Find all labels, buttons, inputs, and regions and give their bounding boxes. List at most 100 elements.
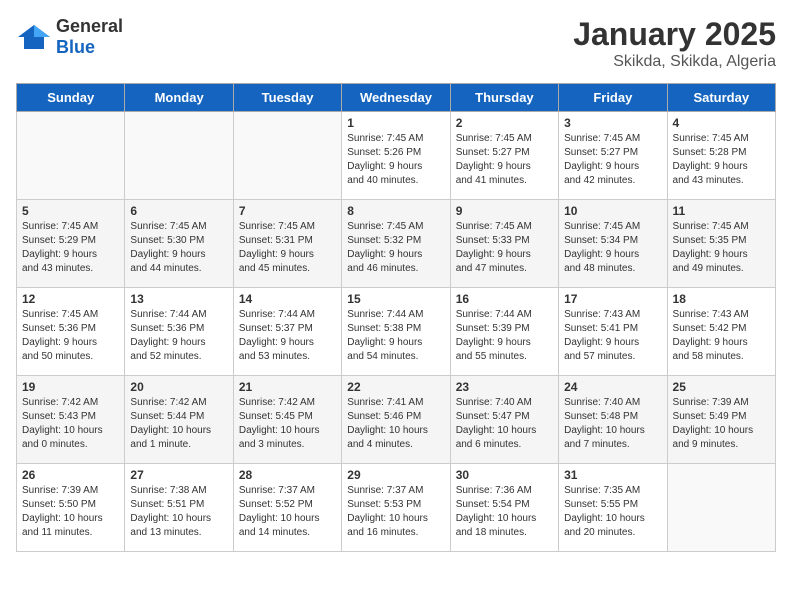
day-info: Sunrise: 7:39 AM Sunset: 5:50 PM Dayligh…: [22, 484, 119, 540]
calendar-table: SundayMondayTuesdayWednesdayThursdayFrid…: [16, 83, 776, 552]
day-number: 17: [564, 292, 661, 306]
day-number: 20: [130, 380, 227, 394]
day-number: 19: [22, 380, 119, 394]
weekday-saturday: Saturday: [667, 84, 775, 112]
day-info: Sunrise: 7:45 AM Sunset: 5:27 PM Dayligh…: [456, 132, 553, 188]
weekday-friday: Friday: [559, 84, 667, 112]
day-info: Sunrise: 7:42 AM Sunset: 5:45 PM Dayligh…: [239, 396, 336, 452]
day-number: 6: [130, 204, 227, 218]
calendar-cell: 25 Sunrise: 7:39 AM Sunset: 5:49 PM Dayli…: [667, 376, 775, 464]
weekday-wednesday: Wednesday: [342, 84, 450, 112]
day-number: 28: [239, 468, 336, 482]
day-number: 31: [564, 468, 661, 482]
calendar-cell: 19 Sunrise: 7:42 AM Sunset: 5:43 PM Dayli…: [17, 376, 125, 464]
day-info: Sunrise: 7:37 AM Sunset: 5:52 PM Dayligh…: [239, 484, 336, 540]
day-info: Sunrise: 7:36 AM Sunset: 5:54 PM Dayligh…: [456, 484, 553, 540]
day-info: Sunrise: 7:44 AM Sunset: 5:36 PM Dayligh…: [130, 308, 227, 364]
day-info: Sunrise: 7:45 AM Sunset: 5:30 PM Dayligh…: [130, 220, 227, 276]
week-row-2: 5 Sunrise: 7:45 AM Sunset: 5:29 PM Daylig…: [17, 200, 776, 288]
day-number: 15: [347, 292, 444, 306]
location-title: Skikda, Skikda, Algeria: [573, 53, 776, 71]
calendar-cell: 7 Sunrise: 7:45 AM Sunset: 5:31 PM Daylig…: [233, 200, 341, 288]
week-row-3: 12 Sunrise: 7:45 AM Sunset: 5:36 PM Dayli…: [17, 288, 776, 376]
calendar-body: 1 Sunrise: 7:45 AM Sunset: 5:26 PM Daylig…: [17, 112, 776, 552]
day-info: Sunrise: 7:45 AM Sunset: 5:35 PM Dayligh…: [673, 220, 770, 276]
calendar-cell: 11 Sunrise: 7:45 AM Sunset: 5:35 PM Dayli…: [667, 200, 775, 288]
calendar-cell: [233, 112, 341, 200]
calendar-cell: 29Sunrise: 7:37 AM Sunset: 5:53 PM Dayli…: [342, 464, 450, 552]
calendar-cell: 1 Sunrise: 7:45 AM Sunset: 5:26 PM Daylig…: [342, 112, 450, 200]
day-info: Sunrise: 7:43 AM Sunset: 5:41 PM Dayligh…: [564, 308, 661, 364]
day-info: Sunrise: 7:44 AM Sunset: 5:39 PM Dayligh…: [456, 308, 553, 364]
day-number: 12: [22, 292, 119, 306]
day-number: 4: [673, 116, 770, 130]
day-info: Sunrise: 7:45 AM Sunset: 5:33 PM Dayligh…: [456, 220, 553, 276]
calendar-cell: 13 Sunrise: 7:44 AM Sunset: 5:36 PM Dayli…: [125, 288, 233, 376]
weekday-sunday: Sunday: [17, 84, 125, 112]
day-number: 13: [130, 292, 227, 306]
calendar-cell: 10Sunrise: 7:45 AM Sunset: 5:34 PM Dayli…: [559, 200, 667, 288]
day-info: Sunrise: 7:40 AM Sunset: 5:48 PM Dayligh…: [564, 396, 661, 452]
calendar-cell: 16 Sunrise: 7:44 AM Sunset: 5:39 PM Dayli…: [450, 288, 558, 376]
day-number: 24: [564, 380, 661, 394]
day-info: Sunrise: 7:39 AM Sunset: 5:49 PM Dayligh…: [673, 396, 770, 452]
calendar-cell: [667, 464, 775, 552]
logo: General Blue: [16, 16, 123, 58]
day-info: Sunrise: 7:44 AM Sunset: 5:38 PM Dayligh…: [347, 308, 444, 364]
day-number: 7: [239, 204, 336, 218]
month-title: January 2025: [573, 16, 776, 53]
title-area: January 2025 Skikda, Skikda, Algeria: [573, 16, 776, 71]
calendar-cell: 8 Sunrise: 7:45 AM Sunset: 5:32 PM Daylig…: [342, 200, 450, 288]
calendar-cell: 6 Sunrise: 7:45 AM Sunset: 5:30 PM Daylig…: [125, 200, 233, 288]
calendar-cell: 27 Sunrise: 7:38 AM Sunset: 5:51 PM Dayli…: [125, 464, 233, 552]
day-number: 10: [564, 204, 661, 218]
day-number: 8: [347, 204, 444, 218]
day-info: Sunrise: 7:45 AM Sunset: 5:32 PM Dayligh…: [347, 220, 444, 276]
day-number: 29: [347, 468, 444, 482]
calendar-cell: 31 Sunrise: 7:35 AM Sunset: 5:55 PM Dayli…: [559, 464, 667, 552]
calendar-cell: 26 Sunrise: 7:39 AM Sunset: 5:50 PM Dayli…: [17, 464, 125, 552]
calendar-cell: 23Sunrise: 7:40 AM Sunset: 5:47 PM Dayli…: [450, 376, 558, 464]
day-number: 14: [239, 292, 336, 306]
day-info: Sunrise: 7:43 AM Sunset: 5:42 PM Dayligh…: [673, 308, 770, 364]
day-info: Sunrise: 7:45 AM Sunset: 5:36 PM Dayligh…: [22, 308, 119, 364]
weekday-monday: Monday: [125, 84, 233, 112]
calendar-cell: 15 Sunrise: 7:44 AM Sunset: 5:38 PM Dayli…: [342, 288, 450, 376]
calendar-cell: 24 Sunrise: 7:40 AM Sunset: 5:48 PM Dayli…: [559, 376, 667, 464]
day-number: 11: [673, 204, 770, 218]
day-number: 25: [673, 380, 770, 394]
day-info: Sunrise: 7:42 AM Sunset: 5:43 PM Dayligh…: [22, 396, 119, 452]
day-info: Sunrise: 7:45 AM Sunset: 5:31 PM Dayligh…: [239, 220, 336, 276]
day-info: Sunrise: 7:38 AM Sunset: 5:51 PM Dayligh…: [130, 484, 227, 540]
calendar-cell: 18 Sunrise: 7:43 AM Sunset: 5:42 PM Dayli…: [667, 288, 775, 376]
calendar-cell: [17, 112, 125, 200]
day-number: 18: [673, 292, 770, 306]
calendar-cell: 30 Sunrise: 7:36 AM Sunset: 5:54 PM Dayli…: [450, 464, 558, 552]
day-number: 21: [239, 380, 336, 394]
week-row-5: 26 Sunrise: 7:39 AM Sunset: 5:50 PM Dayli…: [17, 464, 776, 552]
day-number: 27: [130, 468, 227, 482]
day-number: 16: [456, 292, 553, 306]
weekday-thursday: Thursday: [450, 84, 558, 112]
day-info: Sunrise: 7:45 AM Sunset: 5:27 PM Dayligh…: [564, 132, 661, 188]
calendar-cell: 28 Sunrise: 7:37 AM Sunset: 5:52 PM Dayli…: [233, 464, 341, 552]
calendar-cell: 3 Sunrise: 7:45 AM Sunset: 5:27 PM Daylig…: [559, 112, 667, 200]
day-number: 26: [22, 468, 119, 482]
day-info: Sunrise: 7:45 AM Sunset: 5:29 PM Dayligh…: [22, 220, 119, 276]
logo-blue-text: Blue: [56, 37, 95, 57]
day-info: Sunrise: 7:42 AM Sunset: 5:44 PM Dayligh…: [130, 396, 227, 452]
calendar-cell: 12 Sunrise: 7:45 AM Sunset: 5:36 PM Dayli…: [17, 288, 125, 376]
day-number: 5: [22, 204, 119, 218]
day-info: Sunrise: 7:40 AM Sunset: 5:47 PM Dayligh…: [456, 396, 553, 452]
logo-general-text: General: [56, 16, 123, 36]
weekday-tuesday: Tuesday: [233, 84, 341, 112]
day-info: Sunrise: 7:35 AM Sunset: 5:55 PM Dayligh…: [564, 484, 661, 540]
calendar-cell: 17 Sunrise: 7:43 AM Sunset: 5:41 PM Dayli…: [559, 288, 667, 376]
day-number: 3: [564, 116, 661, 130]
day-info: Sunrise: 7:45 AM Sunset: 5:26 PM Dayligh…: [347, 132, 444, 188]
day-number: 1: [347, 116, 444, 130]
calendar-cell: 4Sunrise: 7:45 AM Sunset: 5:28 PM Daylig…: [667, 112, 775, 200]
weekday-header-row: SundayMondayTuesdayWednesdayThursdayFrid…: [17, 84, 776, 112]
day-number: 30: [456, 468, 553, 482]
day-number: 22: [347, 380, 444, 394]
